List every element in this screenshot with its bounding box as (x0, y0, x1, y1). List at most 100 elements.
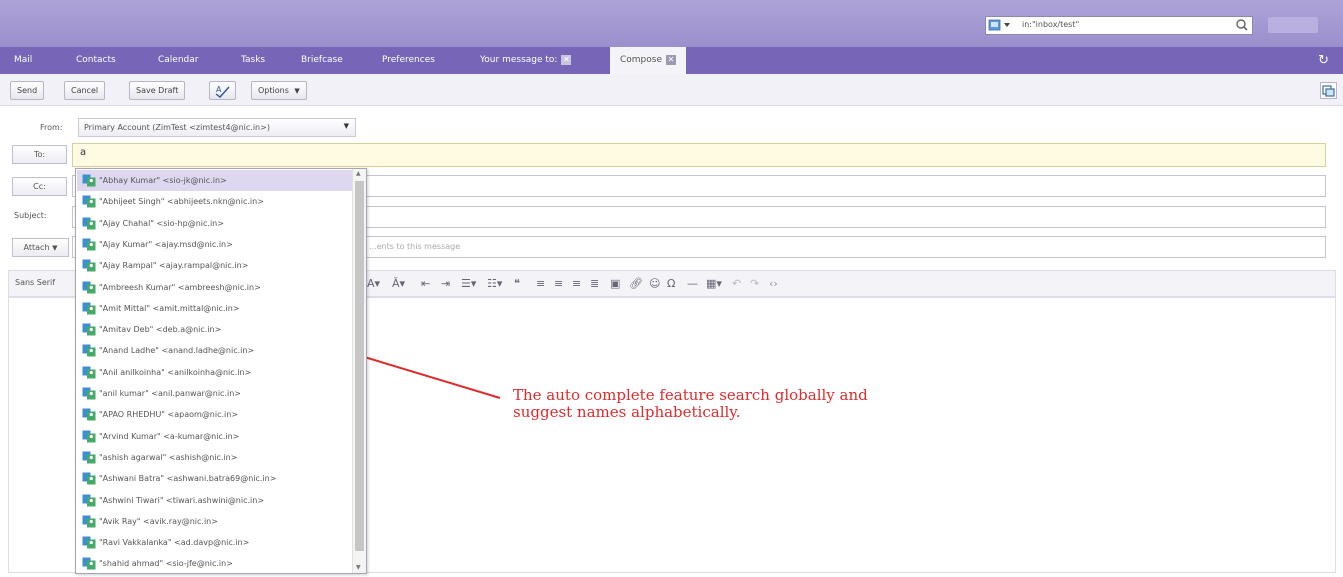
to-field-value: a (80, 147, 87, 158)
spellcheck-icon: A (215, 85, 230, 98)
tab-label: Your message to: (480, 55, 558, 65)
contact-icon (82, 238, 96, 251)
autocomplete-item[interactable]: "Amit Mittal" <amit.mittal@nic.in> (77, 298, 353, 319)
autocomplete-item-label: "Ashwini Tiwari" <tiwari.ashwini@nic.in> (99, 495, 265, 505)
contact-icon (82, 536, 96, 549)
autocomplete-item[interactable]: "APAO RHEDHU" <apaom@nic.in> (77, 404, 353, 425)
contact-icon (82, 430, 96, 443)
scrollbar-thumb[interactable] (355, 181, 364, 551)
tab-your-message[interactable]: Your message to: ✕ (480, 47, 572, 74)
image-icon[interactable]: ▣ (610, 277, 620, 290)
attach-label: Attach (23, 243, 50, 252)
autocomplete-item[interactable]: "Anand Ladhe" <anand.ladhe@nic.in> (77, 340, 353, 361)
tab-briefcase[interactable]: Briefcase (301, 47, 343, 74)
options-dropdown[interactable]: Options ▼ (251, 81, 307, 100)
autocomplete-item[interactable]: "ashish agarwal" <ashish@nic.in> (77, 447, 353, 468)
autocomplete-item-label: "Amit Mittal" <amit.mittal@nic.in> (99, 303, 240, 313)
autocomplete-item[interactable]: "shahid ahmad" <sio-jfe@nic.in> (77, 553, 353, 573)
search-icon[interactable] (1234, 18, 1250, 33)
from-label: From: (40, 123, 63, 132)
emoticon-icon[interactable]: ☺ (649, 277, 660, 290)
align-right-icon[interactable]: ≡ (572, 277, 581, 290)
bullet-list-icon[interactable]: ☰▾ (461, 277, 476, 290)
chevron-down-icon: ▼ (52, 244, 58, 252)
contact-icon (82, 195, 96, 208)
indent-icon[interactable]: ⇥ (441, 277, 450, 290)
undo-icon[interactable]: ↶ (732, 277, 741, 290)
blockquote-icon[interactable]: ❝ (514, 277, 520, 290)
autocomplete-item-label: "Avik Ray" <avik.ray@nic.in> (99, 516, 218, 526)
autocomplete-item[interactable]: "Avik Ray" <avik.ray@nic.in> (77, 511, 353, 532)
search-input[interactable]: in:"inbox/test" (985, 16, 1253, 35)
text-color-icon[interactable]: A▾ (367, 277, 380, 290)
highlight-icon[interactable]: Ā▾ (392, 277, 405, 290)
autocomplete-item[interactable]: "Ashwani Batra" <ashwani.batra69@nic.in> (77, 468, 353, 489)
tab-label: Preferences (382, 55, 435, 65)
justify-icon[interactable]: ≣ (590, 277, 599, 290)
align-left-icon[interactable]: ≡ (536, 277, 545, 290)
contact-icon (82, 344, 96, 357)
table-icon[interactable]: ▦▾ (706, 277, 722, 290)
tab-compose[interactable]: Compose ✕ (610, 47, 687, 74)
scroll-down-icon[interactable]: ▼ (356, 564, 361, 571)
autocomplete-item[interactable]: "anil kumar" <anil.panwar@nic.in> (77, 383, 353, 404)
autocomplete-item[interactable]: "Amitav Deb" <deb.a@nic.in> (77, 319, 353, 340)
compose-toolbar: Send Cancel Save Draft A Options ▼ (0, 74, 1343, 106)
spellcheck-button[interactable]: A (209, 81, 236, 100)
refresh-icon[interactable]: ↻ (1318, 53, 1329, 68)
search-scope-icon[interactable] (988, 19, 1014, 32)
tab-mail[interactable]: Mail (14, 47, 32, 74)
close-icon[interactable]: ✕ (666, 54, 677, 65)
autocomplete-item-label: "Ambreesh Kumar" <ambreesh@nic.in> (99, 282, 261, 292)
autocomplete-item[interactable]: "Ashwini Tiwari" <tiwari.ashwini@nic.in> (77, 490, 353, 511)
send-button[interactable]: Send (10, 81, 45, 100)
tab-calendar[interactable]: Calendar (158, 47, 198, 74)
autocomplete-item-label: "Anand Ladhe" <anand.ladhe@nic.in> (99, 346, 255, 356)
close-icon[interactable]: ✕ (561, 54, 572, 65)
contact-icon (82, 259, 96, 272)
contact-icon (82, 366, 96, 379)
annotation-callout: The auto complete feature search globall… (513, 387, 868, 421)
chevron-down-icon: ▼ (294, 87, 300, 95)
font-family-select[interactable]: Sans Serif (15, 278, 55, 287)
save-draft-button[interactable]: Save Draft (129, 81, 186, 100)
scroll-up-icon[interactable]: ▲ (356, 170, 361, 177)
numbered-list-icon[interactable]: ☷▾ (487, 277, 502, 290)
cc-button[interactable]: Cc: (12, 177, 67, 196)
redo-icon[interactable]: ↷ (750, 277, 759, 290)
autocomplete-dropdown[interactable]: "Abhay Kumar" <sio-jk@nic.in> "Abhijeet S… (75, 168, 367, 574)
link-icon[interactable]: 🔗︎ (629, 277, 643, 290)
detach-window-button[interactable] (1320, 82, 1337, 99)
to-button[interactable]: To: (12, 145, 67, 164)
source-code-icon[interactable]: ‹› (769, 277, 778, 290)
tab-label: Briefcase (301, 55, 343, 65)
scrollbar[interactable]: ▲ ▼ (352, 169, 366, 573)
tab-tasks[interactable]: Tasks (241, 47, 265, 74)
cancel-button[interactable]: Cancel (64, 81, 106, 100)
autocomplete-item-label: "Anil anilkoinha" <anilkoinha@nic.in> (99, 367, 252, 377)
autocomplete-item[interactable]: "Abhijeet Singh" <abhijeets.nkn@nic.in> (77, 191, 353, 212)
autocomplete-item[interactable]: "Ravi Vakkalanka" <ad.davp@nic.in> (77, 532, 353, 553)
contact-icon (82, 515, 96, 528)
contact-icon (82, 472, 96, 485)
autocomplete-item-label: "Ajay Rampal" <ajay.rampal@nic.in> (99, 261, 249, 271)
autocomplete-item[interactable]: "Ambreesh Kumar" <ambreesh@nic.in> (77, 277, 353, 298)
to-field[interactable] (72, 143, 1326, 167)
horizontal-rule-icon[interactable]: — (687, 277, 698, 290)
align-center-icon[interactable]: ≡ (554, 277, 563, 290)
attach-button[interactable]: Attach ▼ (12, 238, 69, 257)
autocomplete-item[interactable]: "Arvind Kumar" <a-kumar@nic.in> (77, 426, 353, 447)
autocomplete-item[interactable]: "Ajay Chahal" <sio-hp@nic.in> (77, 213, 353, 234)
tab-contacts[interactable]: Contacts (76, 47, 116, 74)
contact-icon (82, 557, 96, 570)
autocomplete-item[interactable]: "Ajay Kumar" <ajay.msd@nic.in> (77, 234, 353, 255)
special-char-icon[interactable]: Ω (667, 277, 675, 290)
from-select[interactable]: Primary Account (ZimTest <zimtest4@nic.i… (78, 118, 356, 137)
autocomplete-item-label: "shahid ahmad" <sio-jfe@nic.in> (99, 559, 233, 569)
outdent-icon[interactable]: ⇤ (421, 277, 430, 290)
autocomplete-item[interactable]: "Anil anilkoinha" <anilkoinha@nic.in> (77, 362, 353, 383)
autocomplete-item[interactable]: "Abhay Kumar" <sio-jk@nic.in> (77, 170, 353, 191)
autocomplete-item[interactable]: "Ajay Rampal" <ajay.rampal@nic.in> (77, 255, 353, 276)
user-menu[interactable] (1268, 17, 1318, 33)
tab-preferences[interactable]: Preferences (382, 47, 435, 74)
